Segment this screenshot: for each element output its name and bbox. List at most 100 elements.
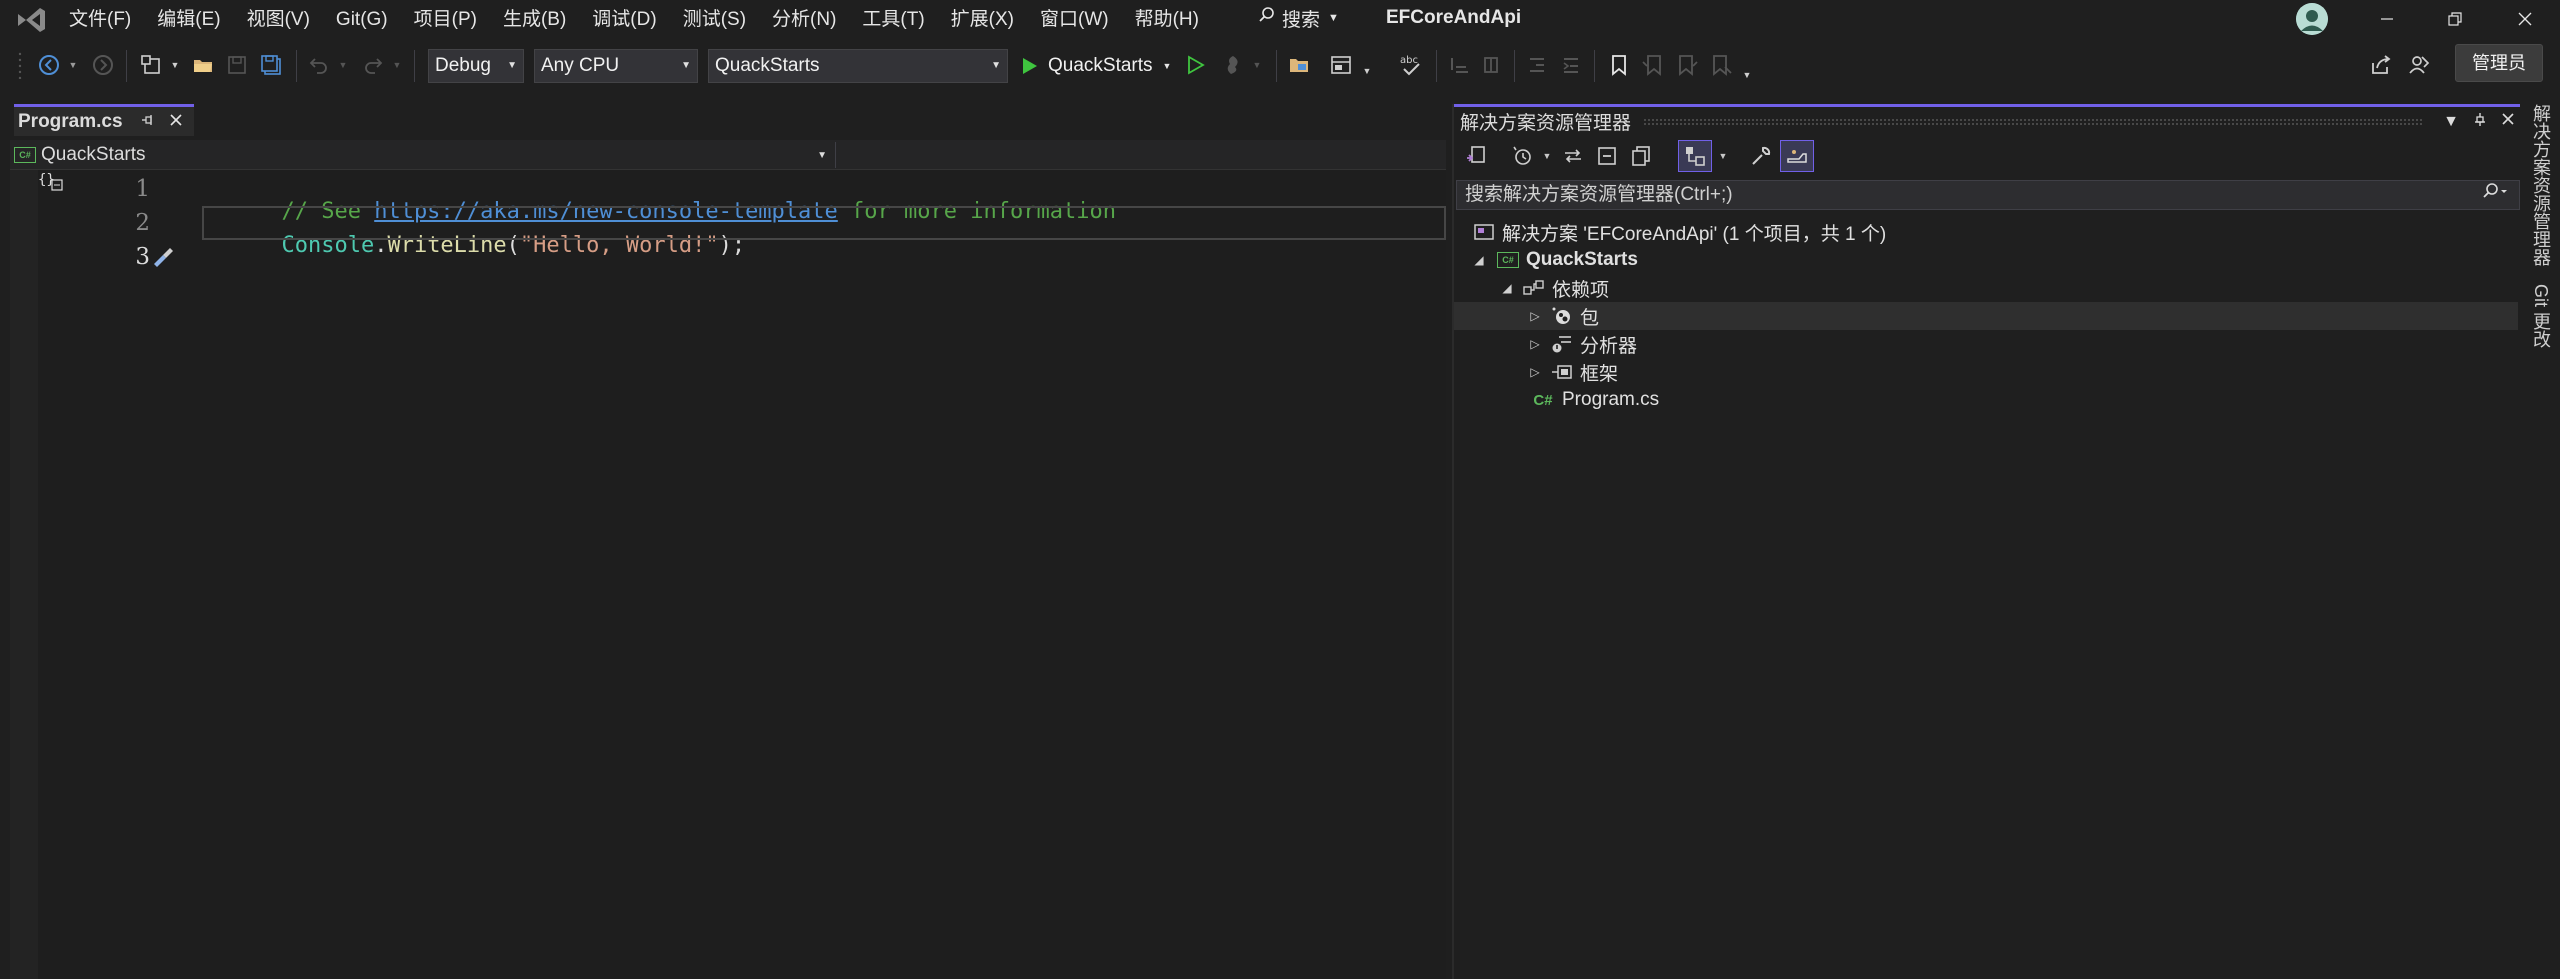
menu-project[interactable]: 项目(P) <box>401 0 490 40</box>
previous-bookmark-button[interactable] <box>1640 50 1666 80</box>
filter-dropdown-icon[interactable]: ▼ <box>1540 140 1554 172</box>
tree-frameworks[interactable]: ▷ 框架 <box>1454 358 2518 386</box>
chevron-down-icon: ▼ <box>1162 61 1172 71</box>
tree-solution[interactable]: 解决方案 'EFCoreAndApi' (1 个项目，共 1 个) <box>1454 218 2518 246</box>
save-button[interactable] <box>222 50 252 80</box>
start-without-debugging-button[interactable] <box>1180 50 1210 80</box>
live-share-icon[interactable] <box>2366 50 2396 80</box>
menu-file[interactable]: 文件(F) <box>56 0 144 40</box>
solution-explorer-header: 解决方案资源管理器 ▼ <box>1454 104 2522 136</box>
configuration-value: Debug <box>435 55 491 76</box>
switch-views-button[interactable] <box>1460 140 1492 172</box>
comment-out-button[interactable] <box>1446 50 1472 80</box>
menu-view[interactable]: 视图(V) <box>234 0 323 40</box>
menu-analyze[interactable]: 分析(N) <box>759 0 849 40</box>
tree-project[interactable]: ◢ C# QuackStarts <box>1454 246 2518 274</box>
pending-changes-filter-button[interactable] <box>1508 140 1538 172</box>
layout-toggle-button[interactable] <box>1326 50 1356 80</box>
spell-check-button[interactable]: abc <box>1396 50 1426 80</box>
quick-actions-brush-icon[interactable] <box>148 244 176 276</box>
close-icon[interactable] <box>169 110 183 133</box>
project-navigation-dropdown[interactable]: C# QuackStarts ▼ <box>14 142 836 168</box>
menu-window[interactable]: 窗口(W) <box>1027 0 1122 40</box>
navigate-forward-button[interactable] <box>88 50 118 80</box>
tab-program-cs[interactable]: Program.cs <box>14 104 194 136</box>
uncomment-button[interactable] <box>1478 50 1504 80</box>
close-icon[interactable] <box>2501 112 2515 131</box>
administrator-badge[interactable]: 管理员 <box>2455 44 2543 82</box>
menu-edit[interactable]: 编辑(E) <box>144 0 233 40</box>
decrease-indent-button[interactable] <box>1524 50 1550 80</box>
expanded-arrow-icon[interactable]: ◢ <box>1498 281 1516 295</box>
tree-analyzers[interactable]: ▷ 分析器 <box>1454 330 2518 358</box>
avatar[interactable] <box>2296 3 2328 35</box>
startup-project-select[interactable]: QuackStarts ▼ <box>708 49 1008 83</box>
toolbar-overflow-icon[interactable]: ▼ <box>1740 60 1754 90</box>
navigate-back-button[interactable] <box>34 50 64 80</box>
collapsed-arrow-icon[interactable]: ▷ <box>1526 365 1544 379</box>
menu-build[interactable]: 生成(B) <box>490 0 579 40</box>
hot-reload-dropdown-icon[interactable]: ▼ <box>1250 50 1264 80</box>
code-editor[interactable]: {} 1 2 3 // See https://aka.ms/new-conso… <box>10 170 1446 979</box>
expanded-arrow-icon[interactable]: ◢ <box>1470 253 1488 267</box>
collapsed-arrow-icon[interactable]: ▷ <box>1526 337 1544 351</box>
restore-button[interactable] <box>2424 0 2486 38</box>
redo-dropdown-icon[interactable]: ▼ <box>390 50 404 80</box>
minimize-button[interactable] <box>2356 0 2418 38</box>
browse-folder-button[interactable] <box>1284 50 1314 80</box>
window-options-icon[interactable]: ▼ <box>2443 113 2459 131</box>
current-line-highlight <box>202 206 1446 240</box>
side-tab-solution-explorer[interactable]: 解决方案资源管理器 <box>2524 104 2554 266</box>
menu-git[interactable]: Git(G) <box>323 0 401 40</box>
tree-dependencies[interactable]: ◢ 依赖项 <box>1454 274 2518 302</box>
toolbar-grip-icon[interactable] <box>16 50 24 80</box>
search-label: 搜索 <box>1282 9 1321 31</box>
feedback-icon[interactable] <box>2404 50 2434 80</box>
properties-button[interactable] <box>1746 140 1776 172</box>
side-tab-git-changes[interactable]: Git 更改 <box>2524 284 2554 348</box>
tree-file-program-cs[interactable]: C# Program.cs <box>1454 386 2518 414</box>
pin-icon[interactable] <box>2473 112 2487 131</box>
solution-explorer-search-input[interactable]: 搜索解决方案资源管理器(Ctrl+;) <box>1456 180 2520 210</box>
pin-icon[interactable] <box>141 113 155 130</box>
collapse-all-button[interactable] <box>1592 140 1622 172</box>
menu-help[interactable]: 帮助(H) <box>1122 0 1212 40</box>
open-folder-button[interactable] <box>188 50 218 80</box>
menu-extensions[interactable]: 扩展(X) <box>938 0 1027 40</box>
collapsed-arrow-icon[interactable]: ▷ <box>1526 309 1544 323</box>
new-item-button[interactable] <box>136 50 166 80</box>
start-debugging-button[interactable]: QuackStarts ▼ <box>1018 50 1171 82</box>
undo-dropdown-icon[interactable]: ▼ <box>336 50 350 80</box>
increase-indent-button[interactable] <box>1558 50 1584 80</box>
solution-configuration-select[interactable]: Debug ▼ <box>428 49 524 83</box>
menu-test[interactable]: 测试(S) <box>670 0 759 40</box>
drag-grip[interactable] <box>1643 117 2425 126</box>
redo-button[interactable] <box>358 50 388 80</box>
clear-bookmarks-button[interactable] <box>1708 50 1734 80</box>
menu-tools[interactable]: 工具(T) <box>849 0 937 40</box>
back-dropdown-icon[interactable]: ▼ <box>66 50 80 80</box>
preview-selected-items-button[interactable] <box>1678 140 1712 172</box>
preview-dropdown-icon[interactable]: ▼ <box>1716 140 1730 172</box>
member-navigation-dropdown[interactable] <box>842 142 1442 168</box>
save-all-button[interactable] <box>256 50 286 80</box>
tree-analyzers-label: 分析器 <box>1580 335 1638 357</box>
undo-button[interactable] <box>304 50 334 80</box>
menu-debug[interactable]: 调试(D) <box>579 0 669 40</box>
hot-reload-button[interactable] <box>1218 50 1248 80</box>
layout-dropdown-icon[interactable]: ▼ <box>1360 56 1374 86</box>
chevron-down-icon: ▼ <box>507 60 517 71</box>
search-icon[interactable] <box>2481 181 2509 212</box>
close-window-button[interactable] <box>2494 0 2556 38</box>
show-all-files-button[interactable] <box>1626 140 1656 172</box>
next-bookmark-button[interactable] <box>1674 50 1700 80</box>
chevron-down-icon: ▼ <box>681 60 691 71</box>
git-blame-button[interactable] <box>1780 140 1814 172</box>
new-item-dropdown-icon[interactable]: ▼ <box>168 50 182 80</box>
solution-platform-select[interactable]: Any CPU ▼ <box>534 49 698 83</box>
sync-with-document-button[interactable] <box>1558 140 1588 172</box>
visual-studio-logo-icon <box>14 5 48 35</box>
tree-packages[interactable]: ▷ 包 <box>1454 302 2518 330</box>
global-search-button[interactable]: 搜索 ▼ <box>1258 0 1339 36</box>
toggle-bookmark-button[interactable] <box>1606 50 1632 80</box>
